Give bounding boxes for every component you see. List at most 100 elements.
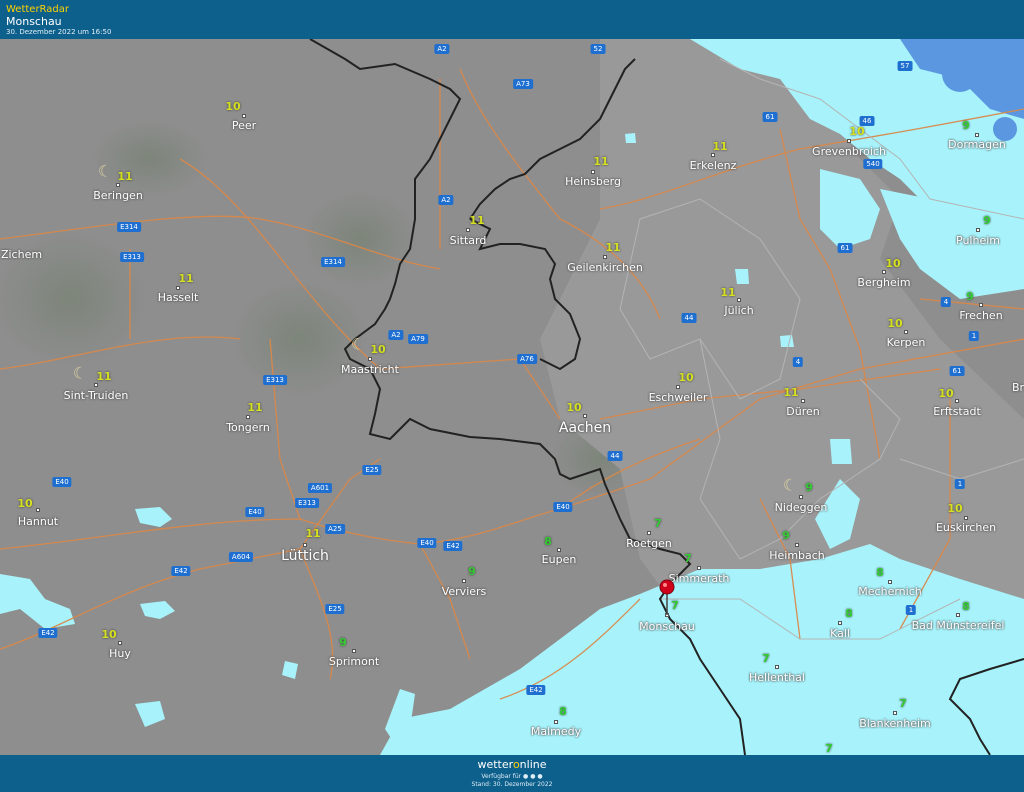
city-label[interactable]: Bergheim	[857, 276, 910, 289]
city-marker[interactable]	[838, 621, 842, 625]
city-marker[interactable]	[368, 357, 372, 361]
city-marker[interactable]	[795, 543, 799, 547]
temperature-label: 10	[947, 502, 963, 515]
city-label[interactable]: Kerpen	[887, 336, 926, 349]
city-label[interactable]: Beringen	[93, 189, 143, 202]
city-marker[interactable]	[118, 641, 122, 645]
location-pin-icon[interactable]	[659, 579, 675, 615]
wetteronline-logo[interactable]: wetteronline	[0, 758, 1024, 771]
city-marker[interactable]	[246, 415, 250, 419]
web-icon[interactable]: ●	[537, 773, 542, 780]
city-label[interactable]: Monschau	[639, 620, 695, 633]
city-marker[interactable]	[801, 399, 805, 403]
city-label[interactable]: Heinsberg	[565, 175, 621, 188]
city-marker[interactable]	[976, 228, 980, 232]
city-label[interactable]: Heimbach	[769, 549, 825, 562]
city-label[interactable]: Nideggen	[775, 501, 828, 514]
city-marker[interactable]	[466, 228, 470, 232]
temperature-label: 7	[654, 517, 662, 530]
city-label[interactable]: Eschweiler	[649, 391, 708, 404]
city-label[interactable]: Bad Münstereifel	[912, 619, 1005, 632]
city-marker[interactable]	[964, 516, 968, 520]
city-marker[interactable]	[116, 183, 120, 187]
city-label[interactable]: Aachen	[559, 420, 611, 436]
city-marker[interactable]	[975, 133, 979, 137]
city-label[interactable]: Huy	[109, 647, 131, 660]
city-marker[interactable]	[554, 720, 558, 724]
city-label[interactable]: Mechernich	[858, 585, 921, 598]
city-label[interactable]: Verviers	[442, 585, 487, 598]
city-label[interactable]: Simmerath	[669, 572, 730, 585]
city-marker[interactable]	[36, 508, 40, 512]
city-label[interactable]: Hannut	[18, 515, 58, 528]
road-label: A79	[408, 334, 428, 344]
city-marker[interactable]	[697, 566, 701, 570]
city-marker[interactable]	[676, 385, 680, 389]
city-label[interactable]: Br	[1012, 381, 1024, 394]
city-marker[interactable]	[462, 579, 466, 583]
city-marker[interactable]	[603, 255, 607, 259]
android-icon[interactable]: ●	[530, 773, 535, 780]
road-label: E314	[117, 222, 141, 232]
city-marker[interactable]	[955, 399, 959, 403]
city-marker[interactable]	[882, 270, 886, 274]
radar-map[interactable]: ☾ ☾ ☾ ☾ A2 A73 52 57 61 46 540 A2 E314 E…	[0, 39, 1024, 755]
city-label[interactable]: l-Zichem	[0, 248, 42, 261]
city-marker[interactable]	[352, 649, 356, 653]
city-label[interactable]: Sprimont	[329, 655, 379, 668]
city-marker[interactable]	[888, 580, 892, 584]
city-marker[interactable]	[557, 548, 561, 552]
city-label[interactable]: Grevenbroich	[812, 145, 886, 158]
city-label[interactable]: Hellenthal	[749, 671, 805, 684]
city-label[interactable]: Sittard	[450, 234, 487, 247]
city-label[interactable]: Kall	[830, 627, 850, 640]
city-label[interactable]: Eupen	[542, 553, 577, 566]
city-label[interactable]: Dormagen	[948, 138, 1006, 151]
road-label: E314	[321, 257, 345, 267]
city-label[interactable]: Erftstadt	[933, 405, 981, 418]
city-marker[interactable]	[893, 711, 897, 715]
city-marker[interactable]	[583, 414, 587, 418]
city-marker[interactable]	[591, 170, 595, 174]
city-marker[interactable]	[904, 330, 908, 334]
city-marker[interactable]	[799, 495, 803, 499]
city-label[interactable]: Maastricht	[341, 363, 399, 376]
city-marker[interactable]	[979, 303, 983, 307]
road-label: 1	[905, 605, 917, 615]
temperature-label: 10	[225, 100, 241, 113]
city-label[interactable]: Hasselt	[158, 291, 199, 304]
temperature-label: 10	[566, 401, 582, 414]
city-label[interactable]: Blankenheim	[859, 717, 931, 730]
city-label[interactable]: Lüttich	[281, 548, 329, 564]
road-label: E42	[171, 566, 191, 576]
city-label[interactable]: Düren	[786, 405, 819, 418]
apple-icon[interactable]: ●	[523, 773, 528, 780]
city-label[interactable]: Sint-Truiden	[64, 389, 129, 402]
temperature-label: 9	[805, 481, 813, 494]
city-label[interactable]: Jülich	[724, 304, 753, 317]
city-label[interactable]: Geilenkirchen	[567, 261, 643, 274]
road-label: 44	[681, 313, 697, 323]
temperature-label: 10	[17, 497, 33, 510]
road-label: 44	[607, 451, 623, 461]
city-label[interactable]: Roetgen	[626, 537, 672, 550]
city-marker[interactable]	[176, 286, 180, 290]
city-label[interactable]: Tongern	[226, 421, 270, 434]
city-marker[interactable]	[242, 114, 246, 118]
city-label[interactable]: Malmedy	[531, 725, 581, 738]
city-label[interactable]: Peer	[232, 119, 256, 132]
road-label: E42	[526, 685, 546, 695]
city-marker[interactable]	[647, 531, 651, 535]
city-marker[interactable]	[711, 153, 715, 157]
city-label[interactable]: Frechen	[959, 309, 1002, 322]
city-marker[interactable]	[775, 665, 779, 669]
city-marker[interactable]	[303, 543, 307, 547]
city-marker[interactable]	[737, 298, 741, 302]
city-label[interactable]: Pulheim	[956, 234, 1000, 247]
temperature-label: 11	[305, 527, 321, 540]
city-label[interactable]: Euskirchen	[936, 521, 996, 534]
city-marker[interactable]	[847, 139, 851, 143]
city-label[interactable]: Erkelenz	[690, 159, 737, 172]
city-marker[interactable]	[956, 613, 960, 617]
city-marker[interactable]	[94, 383, 98, 387]
